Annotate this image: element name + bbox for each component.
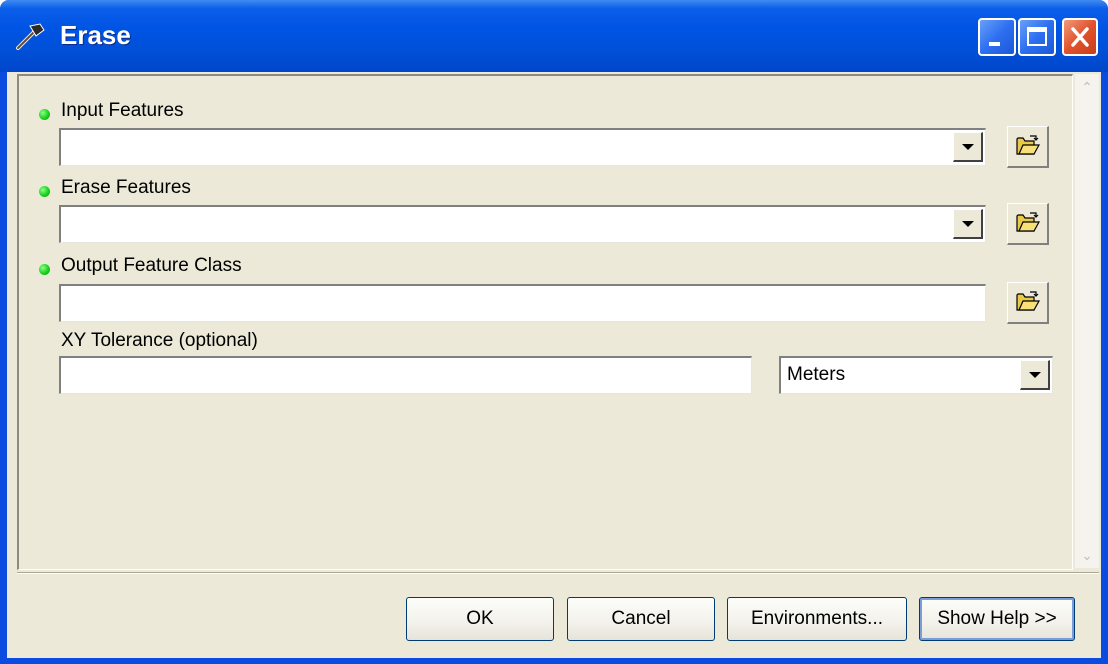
scroll-down-icon[interactable]: ⌄ — [1078, 546, 1096, 564]
output-feature-class-label: Output Feature Class — [61, 255, 242, 276]
hammer-icon — [16, 23, 45, 50]
output-feature-class-browse-button[interactable] — [1007, 282, 1049, 324]
window-title: Erase — [60, 20, 131, 50]
maximize-icon — [1027, 27, 1047, 46]
input-features-dropdown-button[interactable] — [953, 132, 983, 162]
output-feature-class-input[interactable] — [61, 286, 985, 321]
parameters-panel: Input Features Erase Features Output Fea… — [17, 74, 1073, 570]
button-bar-separator — [17, 572, 1099, 574]
input-features-combobox[interactable] — [59, 128, 986, 166]
scroll-up-icon[interactable]: ⌃ — [1078, 78, 1096, 96]
erase-features-label: Erase Features — [61, 177, 191, 198]
erase-dialog: Erase Input Features Erase Features Outp… — [0, 0, 1108, 664]
xy-tolerance-unit-select[interactable]: Meters — [779, 356, 1053, 394]
minimize-button[interactable] — [978, 18, 1016, 56]
required-indicator — [39, 186, 50, 197]
erase-features-combobox[interactable] — [59, 205, 986, 243]
erase-features-input[interactable] — [61, 207, 985, 242]
erase-features-browse-button[interactable] — [1007, 203, 1049, 245]
erase-features-dropdown-button[interactable] — [953, 209, 983, 239]
input-features-input[interactable] — [61, 130, 985, 165]
xy-tolerance-field[interactable] — [59, 356, 752, 394]
maximize-button[interactable] — [1018, 18, 1056, 56]
xy-tolerance-label: XY Tolerance (optional) — [61, 330, 258, 351]
required-indicator — [39, 264, 50, 275]
output-feature-class-field[interactable] — [59, 284, 986, 322]
ok-button[interactable]: OK — [406, 597, 554, 641]
input-features-label: Input Features — [61, 100, 184, 121]
environments-button[interactable]: Environments... — [727, 597, 907, 641]
title-bar[interactable]: Erase — [0, 0, 1108, 72]
unit-dropdown-button[interactable] — [1020, 360, 1050, 390]
input-features-browse-button[interactable] — [1007, 126, 1049, 168]
xy-tolerance-unit-value: Meters — [787, 364, 846, 385]
show-help-button[interactable]: Show Help >> — [919, 597, 1075, 641]
open-folder-icon — [1016, 212, 1040, 232]
cancel-button[interactable]: Cancel — [567, 597, 715, 641]
minimize-icon — [989, 42, 1000, 46]
dialog-client-area: Input Features Erase Features Output Fea… — [7, 72, 1101, 658]
open-folder-icon — [1016, 135, 1040, 155]
close-button[interactable] — [1062, 18, 1098, 56]
vertical-scrollbar[interactable]: ⌃ ⌄ — [1075, 74, 1099, 568]
required-indicator — [39, 109, 50, 120]
close-icon — [1071, 27, 1089, 47]
xy-tolerance-input[interactable] — [61, 358, 751, 393]
open-folder-icon — [1016, 291, 1040, 311]
